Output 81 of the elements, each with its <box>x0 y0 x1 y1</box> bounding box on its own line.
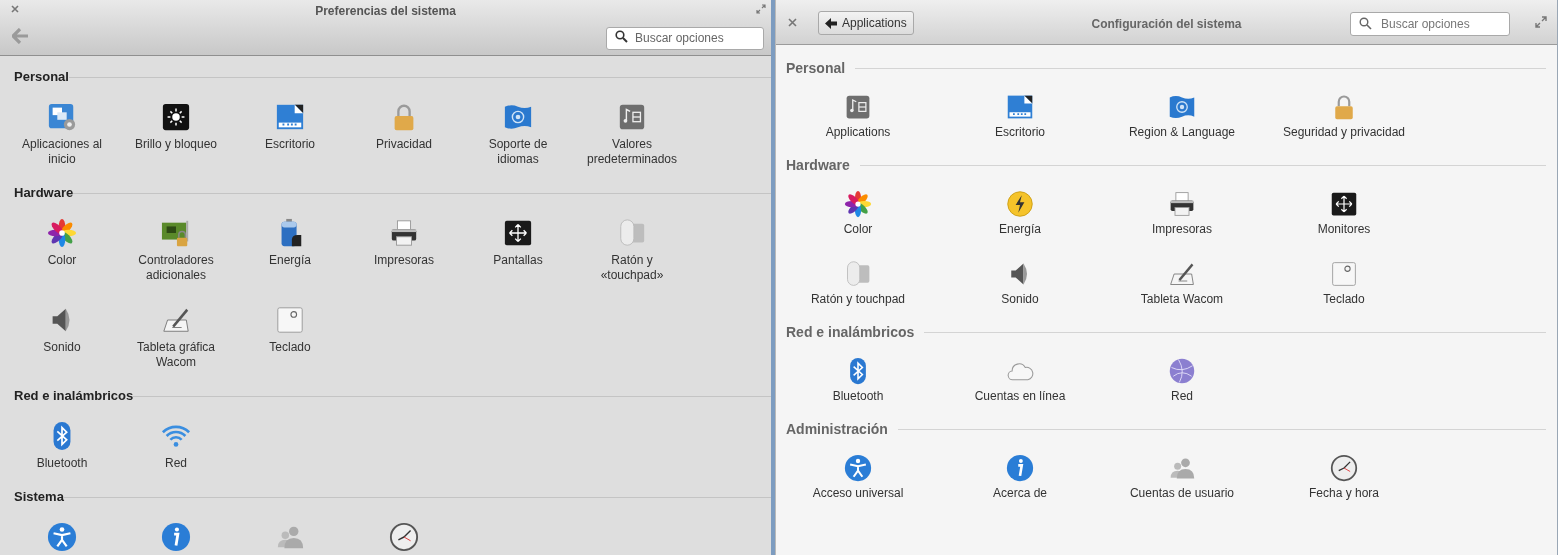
settings-item-label[interactable]: Impresoras <box>1152 222 1212 237</box>
back-button[interactable]: Applications <box>818 11 914 35</box>
flower-icon[interactable] <box>844 190 872 218</box>
settings-item-label[interactable]: Escritorio <box>265 137 315 152</box>
info-icon[interactable] <box>1006 454 1034 482</box>
settings-item-label[interactable]: Impresoras <box>374 253 434 268</box>
settings-item-label[interactable]: Teclado <box>269 340 311 355</box>
settings-item-label[interactable]: Privacidad <box>376 137 432 152</box>
flag-icon[interactable] <box>503 102 533 132</box>
circuit-board-icon[interactable] <box>161 218 191 248</box>
desktop-icon[interactable] <box>275 102 305 132</box>
flag-icon[interactable] <box>1168 93 1196 121</box>
settings-item-label[interactable]: Valores predeterminados <box>586 137 678 167</box>
search-icon <box>1359 17 1372 30</box>
settings-item-label[interactable]: Tableta gráfica Wacom <box>136 340 215 370</box>
music-note-icon[interactable] <box>617 102 647 132</box>
display-arrows-icon[interactable] <box>503 218 533 248</box>
settings-item-label[interactable]: Bluetooth <box>832 389 884 404</box>
section-heading: Personal <box>14 68 69 87</box>
info-icon[interactable] <box>161 522 191 552</box>
settings-item-label[interactable]: Soporte de idiomas <box>488 137 548 167</box>
settings-item-label[interactable]: Fecha y hora <box>1308 486 1379 501</box>
window-title: Configuración del sistema <box>1090 16 1243 33</box>
section-heading: Personal <box>786 58 846 78</box>
desktop-icon[interactable] <box>1006 93 1034 121</box>
settings-item-label[interactable]: Tableta Wacom <box>1140 292 1224 307</box>
maximize-icon[interactable] <box>756 4 766 14</box>
lightning-icon[interactable] <box>1006 190 1034 218</box>
settings-item-label[interactable]: Controladores adicionales <box>138 253 214 283</box>
settings-item-label[interactable]: Color <box>47 253 77 268</box>
settings-item-label[interactable]: Escritorio <box>995 125 1045 140</box>
flower-icon[interactable] <box>47 218 77 248</box>
section-heading: Red e inalámbricos <box>14 387 134 406</box>
back-arrow-icon <box>825 17 837 29</box>
settings-item-label[interactable]: Bluetooth <box>36 456 88 471</box>
settings-item-label[interactable]: Pantallas <box>493 253 543 268</box>
settings-item-label[interactable]: Teclado <box>1323 292 1365 307</box>
settings-item-label[interactable]: Red <box>165 456 187 471</box>
display-arrows-icon[interactable] <box>1330 190 1358 218</box>
settings-item-label[interactable]: Cuentas en línea <box>974 389 1066 404</box>
clock-icon[interactable] <box>389 522 419 552</box>
maximize-icon[interactable] <box>1535 16 1547 28</box>
settings-item-label[interactable]: Ratón y touchpad <box>810 292 906 307</box>
settings-item-label[interactable]: Energía <box>999 222 1041 237</box>
globe-icon[interactable] <box>1168 357 1196 385</box>
printer-icon[interactable] <box>389 218 419 248</box>
settings-item-label[interactable]: Region & Language <box>1128 125 1236 140</box>
settings-item-label[interactable]: Cuentas de usuario <box>1129 486 1235 501</box>
keycap-icon[interactable] <box>1330 260 1358 288</box>
accessibility-icon[interactable] <box>844 454 872 482</box>
music-note-icon[interactable] <box>844 93 872 121</box>
settings-item-label[interactable]: Acerca de <box>993 486 1047 501</box>
section-heading: Hardware <box>14 184 74 203</box>
settings-item-label[interactable]: Sonido <box>43 340 81 355</box>
accessibility-icon[interactable] <box>47 522 77 552</box>
close-icon[interactable] <box>11 5 19 13</box>
windows-gear-icon[interactable] <box>47 102 77 132</box>
settings-item-label[interactable]: Red <box>1171 389 1193 404</box>
keycap-icon[interactable] <box>275 305 305 335</box>
clock-icon[interactable] <box>1330 454 1358 482</box>
section-heading: Hardware <box>786 155 850 175</box>
sun-icon[interactable] <box>161 102 191 132</box>
search-icon <box>615 30 628 43</box>
search-field[interactable]: Buscar opciones <box>606 26 764 50</box>
settings-item-label[interactable]: Brillo y bloqueo <box>134 137 218 152</box>
settings-item-label[interactable]: Applications <box>825 125 891 140</box>
printer-icon[interactable] <box>1168 190 1196 218</box>
settings-item-label[interactable]: Sonido <box>1001 292 1039 307</box>
settings-item-label[interactable]: Acceso universal <box>812 486 904 501</box>
settings-item-label[interactable]: Aplicaciones al inicio <box>21 137 102 167</box>
search-field[interactable]: Buscar opciones <box>1350 12 1510 36</box>
settings-item-label[interactable]: Color <box>843 222 873 237</box>
settings-item-label[interactable]: Seguridad y privacidad <box>1282 125 1406 140</box>
section-heading: Administración <box>786 419 888 439</box>
window-title: Preferencias del sistema <box>314 3 457 20</box>
section-heading: Red e inalámbricos <box>786 322 915 342</box>
close-icon[interactable] <box>788 18 797 27</box>
settings-item-label[interactable]: Energía <box>269 253 311 268</box>
settings-item-label[interactable]: Ratón y «touchpad» <box>600 253 664 283</box>
section-heading: Sistema <box>14 488 64 507</box>
settings-item-label[interactable]: Monitores <box>1317 222 1371 237</box>
